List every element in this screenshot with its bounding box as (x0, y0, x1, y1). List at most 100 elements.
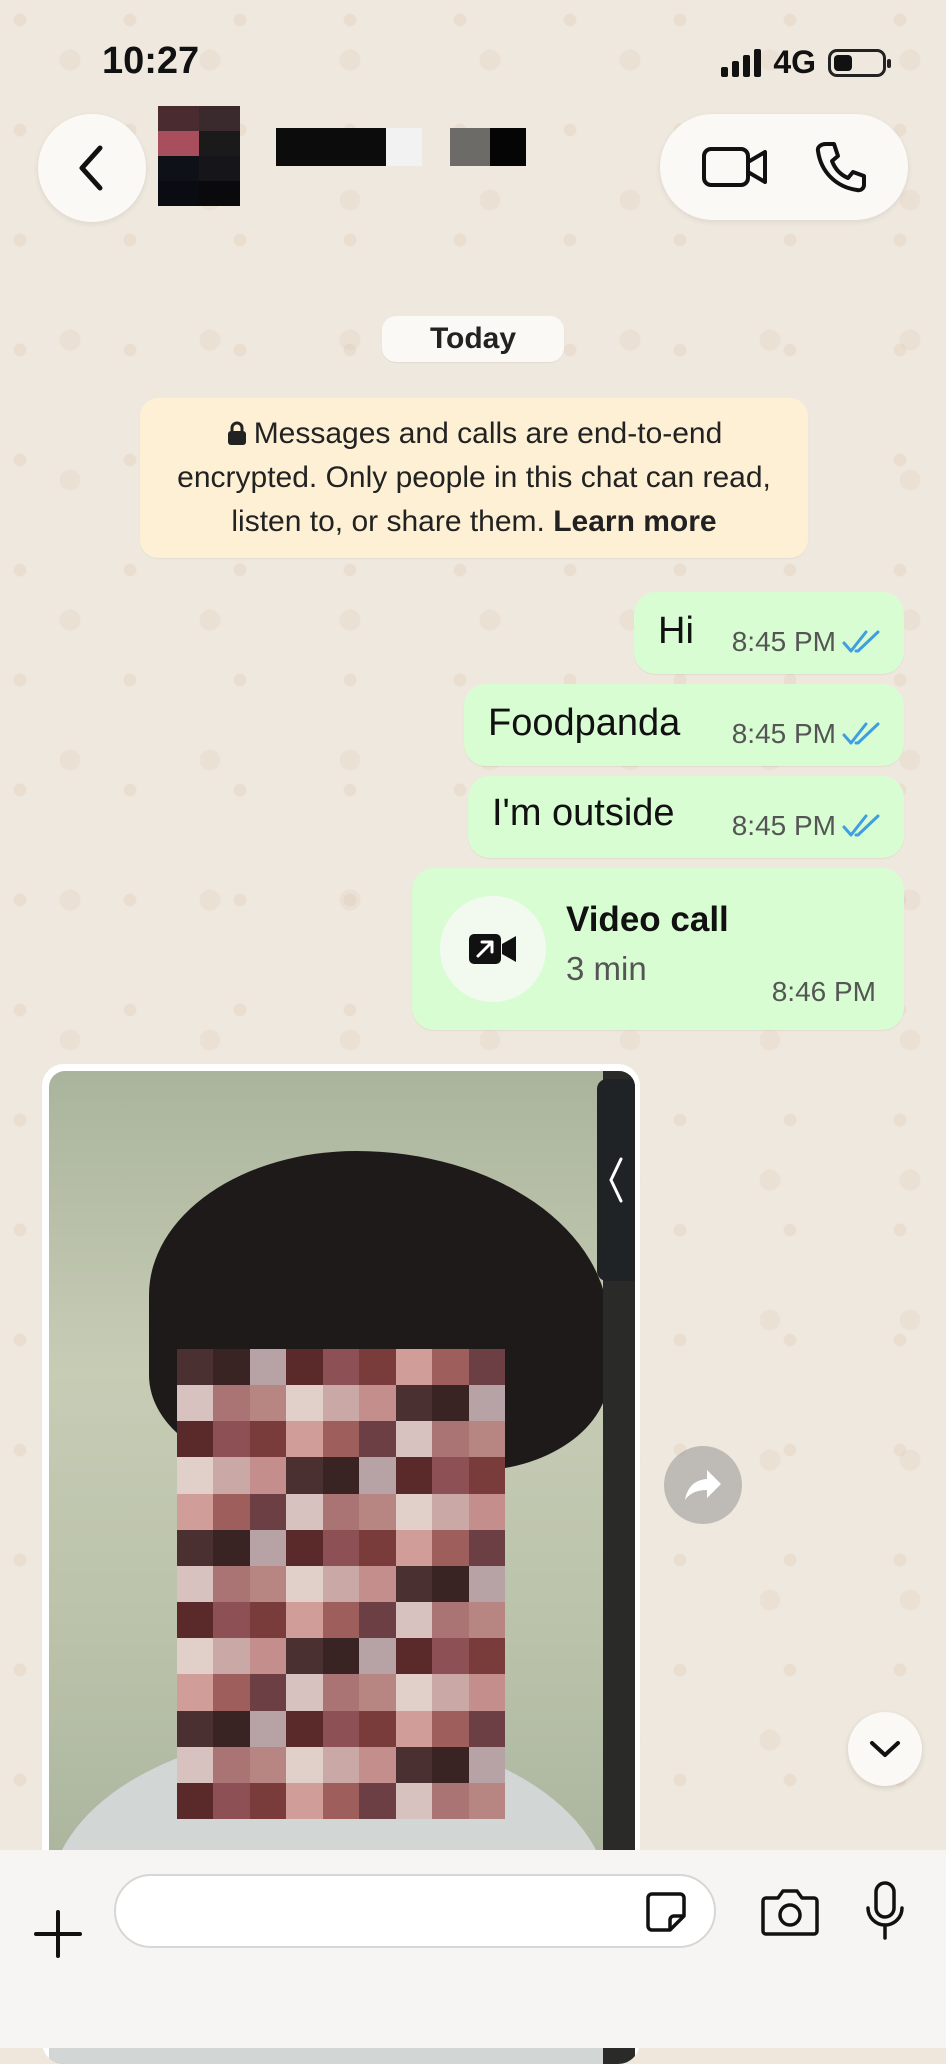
contact-avatar[interactable] (158, 106, 240, 206)
mosaic-cell (286, 1493, 323, 1530)
forward-button[interactable] (664, 1446, 742, 1524)
chevron-left-icon (609, 1157, 623, 1203)
mosaic-cell (286, 1674, 323, 1711)
mosaic-cell (395, 1710, 433, 1747)
outgoing-video-call-icon (469, 934, 516, 964)
mosaic-cell (359, 1674, 396, 1711)
mosaic-cell (286, 1746, 323, 1783)
message-text: Foodpanda (488, 702, 681, 744)
mosaic-cell (177, 1674, 214, 1711)
mosaic-cell (395, 1638, 433, 1675)
mosaic-cell (395, 1565, 433, 1603)
mosaic-cell (177, 1529, 214, 1566)
message-input[interactable] (114, 1874, 716, 1948)
status-time: 10:27 (102, 40, 200, 82)
mosaic-cell (249, 1385, 287, 1422)
mosaic-cell (468, 1385, 505, 1422)
mosaic-cell (322, 1457, 360, 1494)
mosaic-cell (359, 1710, 396, 1747)
composer-bar (0, 1850, 946, 2048)
mosaic-cell (322, 1565, 360, 1603)
mosaic-cell (395, 1385, 433, 1422)
mosaic-cell (322, 1782, 360, 1819)
call-actions (660, 114, 908, 220)
mosaic-cell (359, 1457, 396, 1494)
status-indicators: 4G (721, 44, 891, 81)
chevron-left-icon (79, 145, 103, 191)
attach-button[interactable] (30, 1906, 86, 1962)
mosaic-cell (249, 1602, 287, 1639)
mosaic-cell (249, 1674, 287, 1711)
mosaic-cell (359, 1349, 396, 1386)
mosaic-cell (177, 1385, 214, 1422)
mosaic-cell (432, 1493, 469, 1530)
mosaic-cell (468, 1746, 505, 1783)
encryption-notice[interactable]: Messages and calls are end-to-end encryp… (140, 398, 808, 558)
network-type: 4G (773, 44, 816, 80)
mosaic-cell (249, 1710, 287, 1747)
mosaic-cell (359, 1421, 396, 1458)
mosaic-cell (395, 1349, 433, 1386)
mosaic-cell (286, 1638, 323, 1675)
mosaic-cell (322, 1385, 360, 1422)
scroll-to-bottom-button[interactable] (848, 1712, 922, 1786)
mosaic-cell (432, 1421, 469, 1458)
mosaic-cell (213, 1710, 250, 1747)
phone-icon[interactable] (814, 140, 868, 194)
outgoing-message[interactable]: Foodpanda 8:45 PM (464, 684, 904, 766)
mosaic-cell (359, 1638, 396, 1675)
message-time: 8:45 PM (731, 718, 836, 749)
mosaic-cell (249, 1746, 287, 1783)
mosaic-cell (432, 1746, 469, 1783)
mosaic-cell (249, 1457, 287, 1494)
video-call-message[interactable]: Video call 3 min 8:46 PM (412, 868, 904, 1030)
mosaic-cell (249, 1529, 287, 1566)
outgoing-message[interactable]: I'm outside 8:45 PM (468, 776, 904, 858)
mosaic-cell (286, 1565, 323, 1603)
back-button[interactable] (38, 114, 146, 222)
mosaic-cell (213, 1782, 250, 1819)
sticker-icon[interactable] (644, 1890, 688, 1934)
mosaic-cell (177, 1457, 214, 1494)
message-time: 8:45 PM (731, 810, 836, 841)
mosaic-cell (468, 1421, 505, 1458)
mosaic-cell (432, 1457, 469, 1494)
mosaic-cell (213, 1674, 250, 1711)
date-separator: Today (382, 316, 564, 362)
mosaic-cell (395, 1746, 433, 1783)
mosaic-cell (395, 1457, 433, 1494)
mosaic-cell (213, 1349, 250, 1386)
mosaic-cell (359, 1782, 396, 1819)
video-camera-icon[interactable] (701, 144, 769, 190)
learn-more-link[interactable]: Learn more (553, 505, 716, 538)
mosaic-cell (395, 1421, 433, 1458)
contact-name-redacted[interactable] (276, 128, 526, 166)
mosaic-cell (432, 1529, 469, 1566)
mosaic-cell (322, 1349, 360, 1386)
photo-overlay-handle (597, 1079, 635, 1281)
double-check-icon (842, 814, 880, 837)
mosaic-cell (177, 1602, 214, 1639)
mosaic-cell (322, 1746, 360, 1783)
mosaic-cell (359, 1493, 396, 1530)
mosaic-cell (395, 1782, 433, 1819)
mosaic-cell (322, 1421, 360, 1458)
mosaic-cell (468, 1529, 505, 1566)
mosaic-cell (468, 1457, 505, 1494)
outgoing-message[interactable]: Hi 8:45 PM (634, 592, 904, 674)
mosaic-cell (395, 1529, 433, 1566)
double-check-icon (842, 722, 880, 745)
mosaic-cell (249, 1565, 287, 1603)
camera-icon[interactable] (760, 1886, 820, 1938)
mosaic-cell (249, 1349, 287, 1386)
battery-icon (828, 48, 891, 77)
mosaic-cell (359, 1565, 396, 1603)
forward-arrow-icon (685, 1470, 721, 1500)
call-duration: 3 min (566, 950, 647, 987)
mosaic-cell (286, 1421, 323, 1458)
message-text: I'm outside (492, 792, 675, 834)
mosaic-cell (249, 1638, 287, 1675)
mosaic-cell (177, 1421, 214, 1458)
mosaic-cell (177, 1565, 214, 1603)
microphone-icon[interactable] (864, 1880, 906, 1942)
